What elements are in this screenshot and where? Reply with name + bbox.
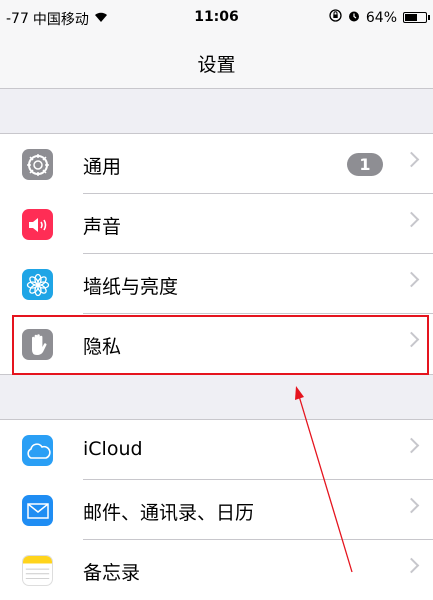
annotation-arrow xyxy=(295,386,353,573)
